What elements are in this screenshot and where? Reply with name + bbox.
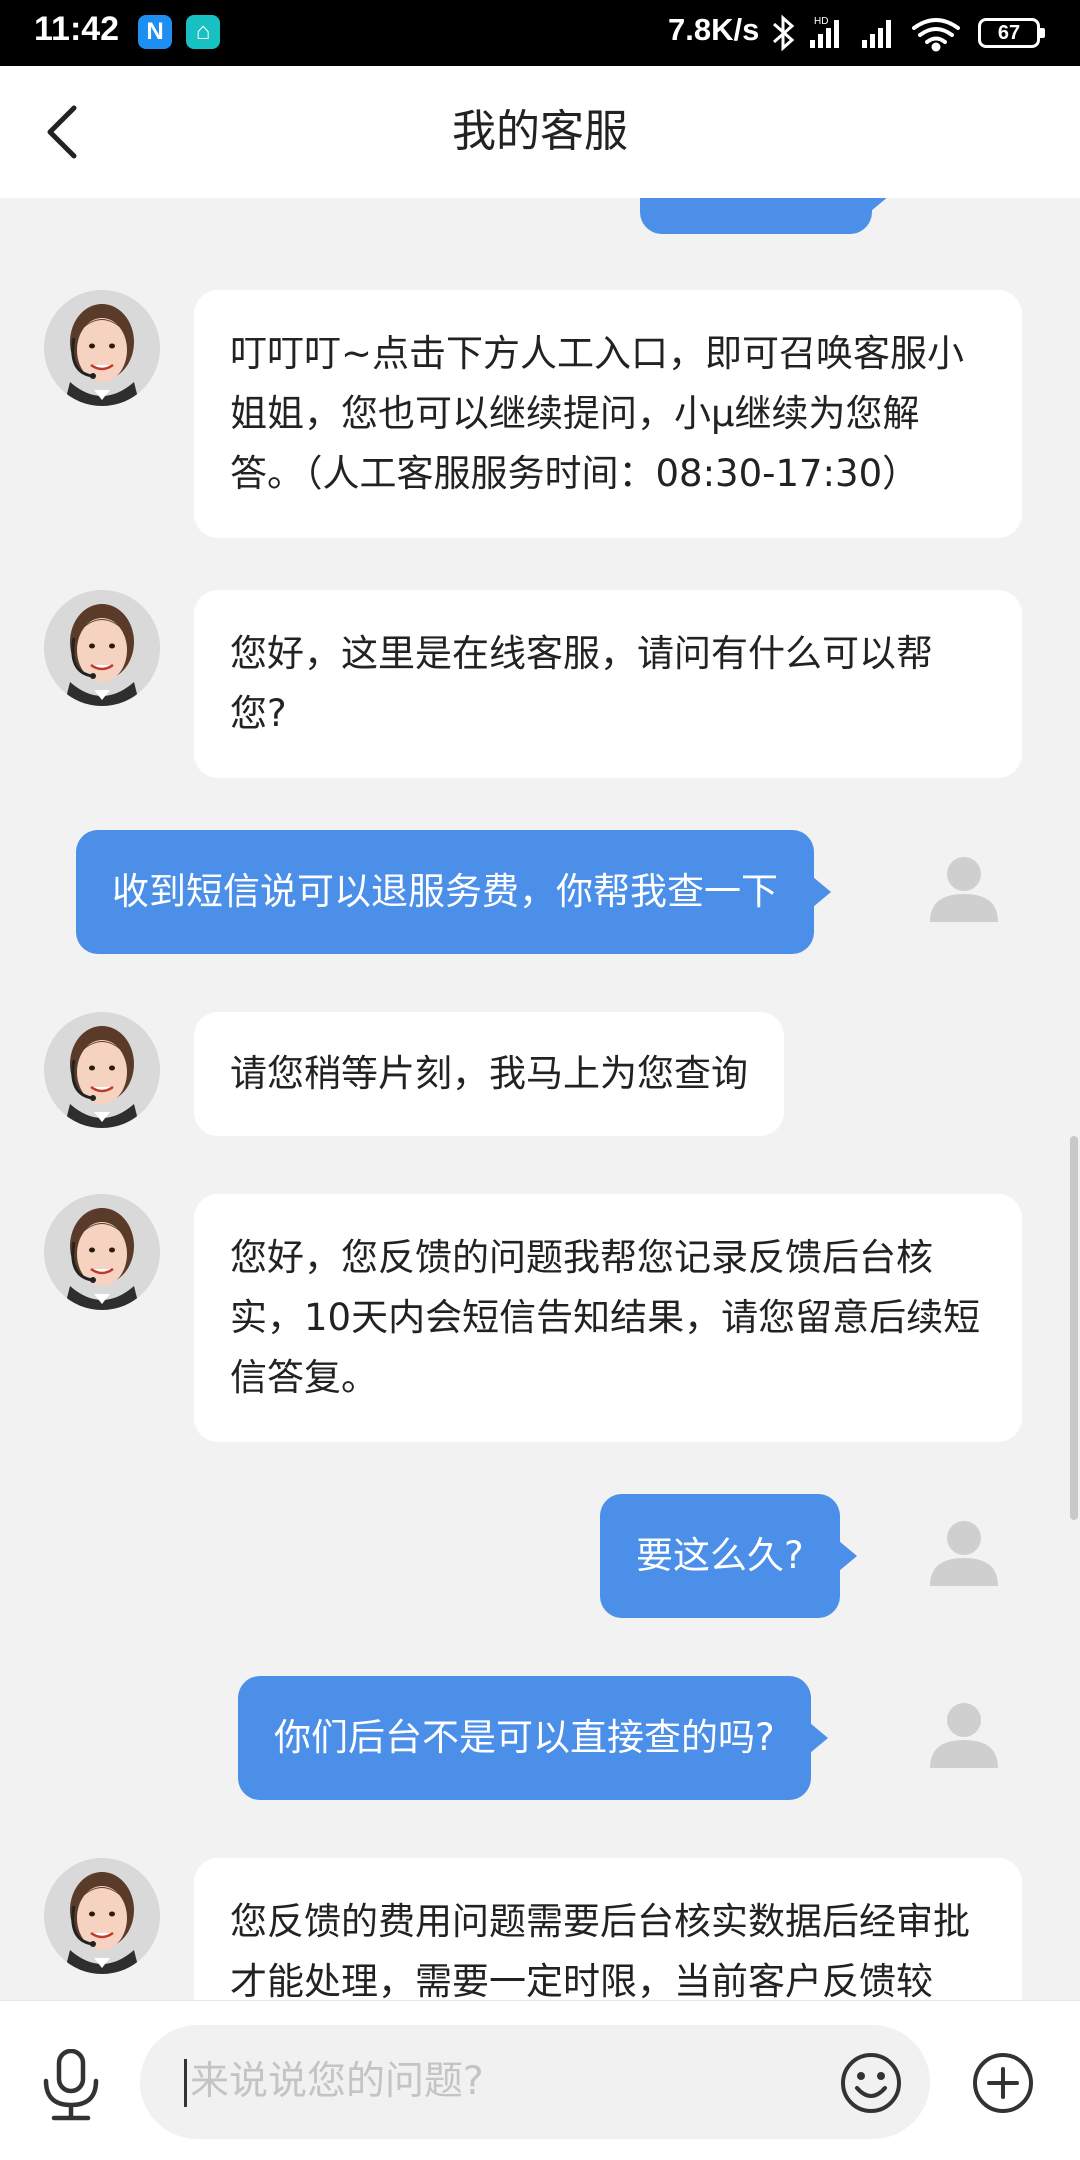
message-bubble-agent: 您好，这里是在线客服，请问有什么可以帮您? bbox=[194, 590, 1022, 778]
wifi-icon bbox=[912, 18, 960, 52]
agent-avatar-image bbox=[44, 1012, 160, 1128]
agent-avatar-image bbox=[44, 1858, 160, 1974]
page-title: 我的客服 bbox=[452, 106, 628, 157]
message-bubble-agent: 叮叮叮~点击下方人工入口，即可召唤客服小姐姐，您也可以继续提问，小μ继续为您解答… bbox=[194, 290, 1022, 538]
agent-avatar bbox=[44, 1012, 160, 1128]
battery-icon: 67 bbox=[978, 18, 1045, 48]
agent-avatar-image bbox=[44, 590, 160, 706]
svg-text:HD: HD bbox=[814, 16, 828, 27]
message-bubble-user: 收到短信说可以退服务费，你帮我查一下 bbox=[76, 830, 831, 954]
message-input[interactable]: 来说说您的问题? bbox=[140, 2025, 930, 2139]
agent-avatar bbox=[44, 1194, 160, 1310]
app-notification-icon-n: N bbox=[138, 15, 172, 49]
smiley-icon[interactable] bbox=[840, 2052, 902, 2114]
agent-avatar bbox=[44, 590, 160, 706]
agent-avatar bbox=[44, 290, 160, 406]
message-bubble-user: 要这么久? bbox=[600, 1494, 857, 1618]
network-speed: 7.8K/s bbox=[668, 12, 760, 47]
message-bubble-partial bbox=[640, 198, 889, 234]
text-caret bbox=[184, 2059, 187, 2107]
user-avatar-icon bbox=[930, 857, 998, 922]
signal-icon-2 bbox=[862, 20, 891, 48]
agent-avatar-image bbox=[44, 290, 160, 406]
status-bar: 11:42 N ⌂ 7.8K/s HD 67 bbox=[0, 0, 1080, 66]
message-bubble-agent: 您反馈的费用问题需要后台核实数据后经审批才能处理，需要一定时限，当前客户反馈较 bbox=[194, 1858, 1022, 2000]
agent-avatar-image bbox=[44, 1194, 160, 1310]
signal-icon: HD bbox=[810, 16, 839, 48]
input-bar: 来说说您的问题? bbox=[0, 2000, 1080, 2160]
status-time: 11:42 bbox=[34, 10, 120, 48]
microphone-icon[interactable] bbox=[40, 2049, 102, 2121]
agent-avatar bbox=[44, 1858, 160, 1974]
user-avatar-icon bbox=[930, 1521, 998, 1586]
message-bubble-agent: 请您稍等片刻，我马上为您查询 bbox=[194, 1012, 784, 1136]
message-bubble-user: 你们后台不是可以直接查的吗? bbox=[238, 1676, 828, 1800]
chat-messages[interactable]: 叮叮叮~点击下方人工入口，即可召唤客服小姐姐，您也可以继续提问，小μ继续为您解答… bbox=[0, 198, 1080, 2000]
battery-level: 67 bbox=[997, 22, 1021, 44]
message-input-placeholder: 来说说您的问题? bbox=[190, 2059, 484, 2104]
app-notification-icon-home: ⌂ bbox=[186, 15, 220, 49]
plus-circle-icon[interactable] bbox=[972, 2052, 1034, 2114]
scrollbar[interactable] bbox=[1070, 1136, 1078, 1520]
header-bar: 我的客服 bbox=[0, 66, 1080, 198]
bluetooth-icon bbox=[773, 14, 795, 52]
user-avatar-icon bbox=[930, 1703, 998, 1768]
message-bubble-agent: 您好，您反馈的问题我帮您记录反馈后台核实，10天内会短信告知结果，请您留意后续短… bbox=[194, 1194, 1022, 1442]
